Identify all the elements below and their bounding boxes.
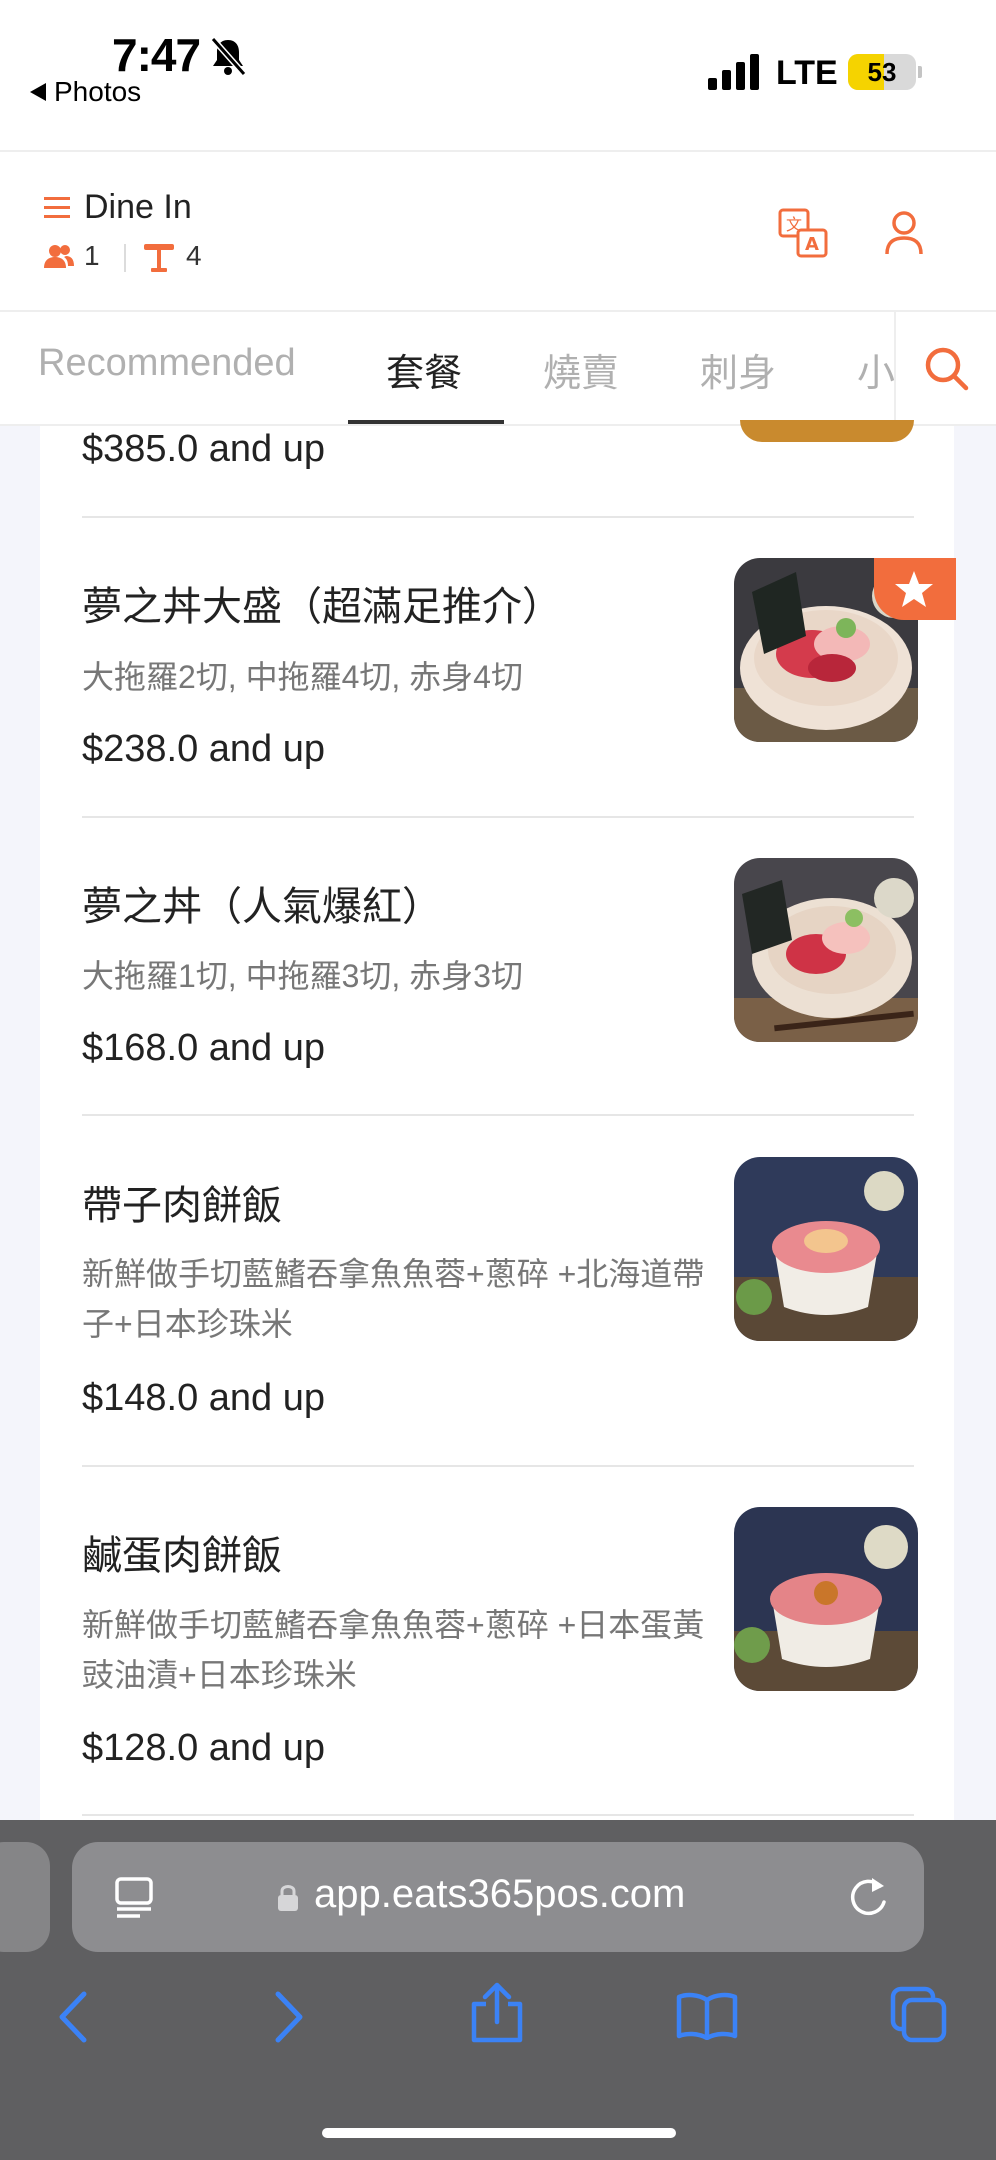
menu-item-description: 大拖羅1切, 中拖羅3切, 赤身3切 bbox=[82, 958, 523, 994]
signal-icon bbox=[708, 54, 759, 90]
status-bar: 7:47 Photos LTE 53 bbox=[0, 0, 996, 150]
item-divider bbox=[82, 1465, 914, 1467]
back-link-label: Photos bbox=[54, 76, 142, 107]
back-icon[interactable] bbox=[56, 1990, 90, 2044]
item-divider bbox=[82, 1814, 914, 1816]
header-divider bbox=[124, 244, 126, 272]
menu-item-price: $148.0 and up bbox=[82, 1377, 326, 1419]
menu-item-title[interactable]: 鹹蛋肉餅飯 bbox=[82, 1523, 282, 1581]
menu-item-image[interactable] bbox=[734, 1507, 918, 1691]
menu-item-title[interactable]: 夢之丼（人氣爆紅） bbox=[82, 874, 442, 932]
menu-item-image[interactable] bbox=[734, 858, 918, 1042]
reload-icon[interactable] bbox=[846, 1874, 890, 1920]
battery-tip bbox=[918, 66, 922, 78]
item-divider bbox=[82, 816, 914, 818]
table-number: 4 bbox=[186, 240, 202, 271]
lock-icon bbox=[278, 1885, 298, 1911]
previous-tab-preview[interactable] bbox=[0, 1842, 50, 1952]
tab-siu-mai[interactable]: 燒賣 bbox=[543, 342, 619, 397]
translate-icon[interactable]: 文 A bbox=[778, 208, 828, 258]
menu-item-description: 新鮮做手切藍鰭吞拿魚魚蓉+蔥碎 +日本蛋黃豉油漬+日本珍珠米 bbox=[82, 1607, 705, 1693]
featured-badge bbox=[874, 558, 956, 620]
user-icon[interactable] bbox=[884, 210, 924, 256]
menu-item-image[interactable] bbox=[734, 1157, 918, 1341]
menu-item-price: $168.0 and up bbox=[82, 1027, 326, 1069]
battery-indicator: 53 bbox=[848, 54, 916, 90]
star-icon bbox=[895, 571, 933, 607]
bookmarks-icon[interactable] bbox=[676, 1990, 738, 2040]
category-tabs: Recommended 套餐 燒賣 刺身 小 bbox=[0, 312, 996, 426]
guest-count: 1 bbox=[84, 240, 100, 271]
rice-bowl-photo bbox=[734, 1507, 918, 1691]
menu-item-description: 新鮮做手切藍鰭吞拿魚魚蓉+蔥碎 +北海道帶子+日本珍珠米 bbox=[82, 1256, 705, 1342]
forward-icon[interactable] bbox=[272, 1990, 306, 2044]
home-indicator[interactable] bbox=[322, 2128, 676, 2138]
menu-item-title[interactable]: 夢之丼大盛（超滿足推介） bbox=[82, 574, 562, 632]
back-triangle-icon bbox=[30, 83, 46, 101]
previous-item-price: $385.0 and up bbox=[82, 428, 326, 470]
menu-item-price: $238.0 and up bbox=[82, 728, 326, 770]
tab-set-meal[interactable]: 套餐 bbox=[386, 342, 462, 397]
battery-level: 53 bbox=[867, 57, 897, 87]
active-tab-indicator bbox=[348, 420, 504, 424]
back-to-photos-link[interactable]: Photos bbox=[30, 76, 141, 108]
item-divider bbox=[82, 516, 914, 518]
status-time: 7:47 bbox=[112, 29, 201, 81]
tab-recommended[interactable]: Recommended bbox=[38, 342, 296, 385]
item-divider bbox=[82, 1114, 914, 1116]
rice-bowl-photo bbox=[734, 1157, 918, 1341]
svg-text:A: A bbox=[805, 234, 819, 255]
app-header: Dine In 1 4 文 A bbox=[0, 150, 996, 312]
guests-icon bbox=[44, 245, 74, 268]
network-type: LTE bbox=[776, 54, 838, 92]
tabs-icon[interactable] bbox=[890, 1986, 948, 2044]
share-icon[interactable] bbox=[470, 1982, 524, 2044]
menu-icon[interactable] bbox=[44, 196, 70, 220]
donburi-photo bbox=[734, 858, 918, 1042]
bell-slash-icon bbox=[210, 37, 246, 76]
tab-small-dishes[interactable]: 小 bbox=[857, 342, 895, 397]
table-icon bbox=[144, 244, 174, 272]
previous-item-image[interactable] bbox=[740, 420, 914, 442]
search-button[interactable] bbox=[894, 312, 996, 424]
reader-icon[interactable] bbox=[114, 1876, 154, 1918]
menu-item-title[interactable]: 帶子肉餅飯 bbox=[82, 1173, 282, 1231]
menu-item-price: $128.0 and up bbox=[82, 1727, 326, 1769]
tab-sashimi[interactable]: 刺身 bbox=[700, 342, 776, 397]
order-mode-label[interactable]: Dine In bbox=[84, 188, 192, 227]
search-icon bbox=[925, 347, 969, 391]
menu-item-description: 大拖羅2切, 中拖羅4切, 赤身4切 bbox=[82, 659, 523, 695]
url-text[interactable]: app.eats365pos.com bbox=[314, 1872, 685, 1917]
